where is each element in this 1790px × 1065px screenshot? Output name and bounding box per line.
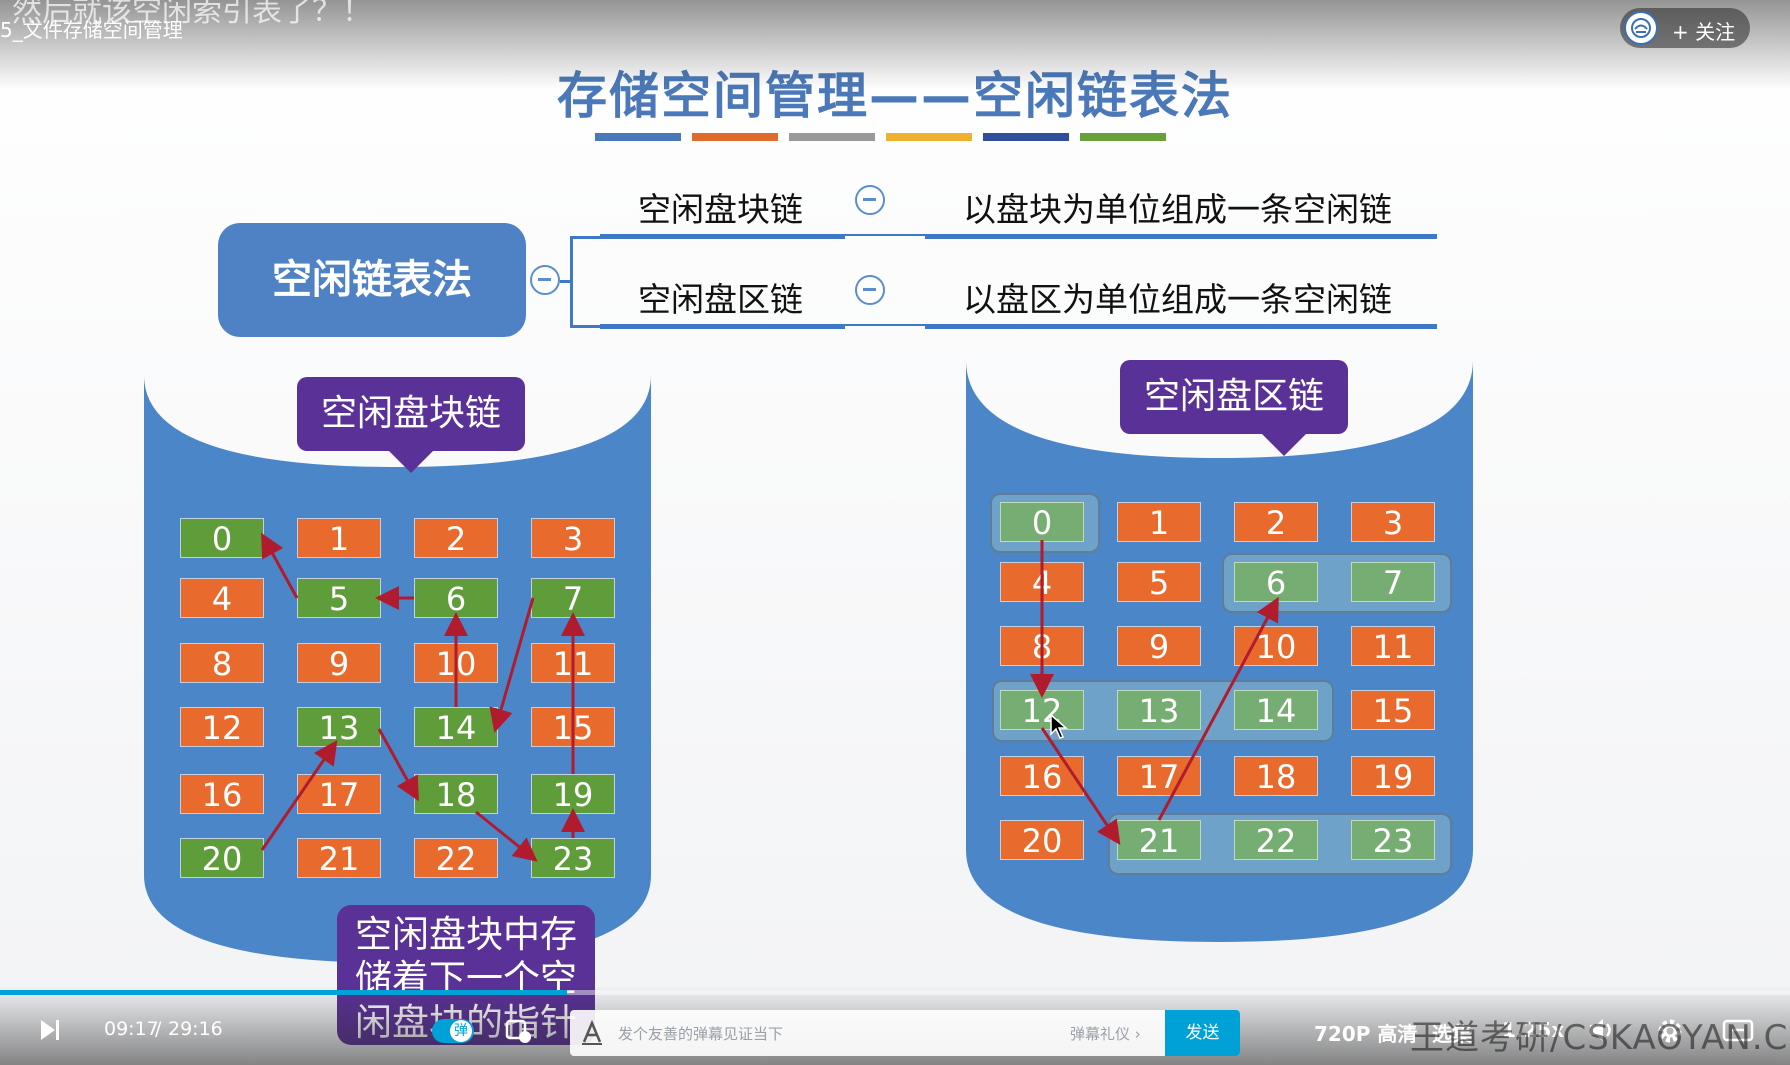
danmaku-placeholder: 发个友善的弹幕见证当下 <box>618 1025 784 1043</box>
video-player[interactable]: 存储空间管理——空闲链表法 空闲链表法 空闲盘块链 以盘块为单位组成一条空闲链 … <box>0 0 1790 1065</box>
danmaku-etiquette-link[interactable]: 弹幕礼仪 › <box>1070 1023 1141 1044</box>
pointer-arrow-18-23 <box>475 810 538 862</box>
total-time: 29:16 <box>168 1018 223 1040</box>
pointer-arrow-7-14 <box>489 597 535 733</box>
danmaku-toggle[interactable]: 弹 <box>432 1019 474 1043</box>
font-style-icon[interactable] <box>580 1020 604 1046</box>
pointer-arrow-5-0 <box>261 532 299 599</box>
uploader-avatar[interactable] <box>1624 11 1658 45</box>
logo-icon <box>1631 18 1651 38</box>
time-separator: / <box>155 1018 162 1040</box>
pointer-arrow-12-21 <box>1040 727 1121 845</box>
follow-button[interactable]: + 关注 <box>1620 8 1750 48</box>
danmaku-settings-icon[interactable] <box>505 1018 533 1044</box>
mouse-cursor-icon <box>1050 714 1068 739</box>
follow-label: + 关注 <box>1672 20 1736 44</box>
current-time: 09:17 <box>104 1018 159 1040</box>
watermark: 王道考研/CSKAOYAN.COM <box>1410 1018 1790 1058</box>
next-episode-icon[interactable] <box>38 1018 62 1042</box>
danmaku-toggle-label: 弹 <box>450 1020 472 1042</box>
pointer-arrow-21-6 <box>1157 596 1279 821</box>
video-title: 5_文件存储空间管理 <box>0 18 183 42</box>
pointer-arrow-13-18 <box>377 728 419 802</box>
danmaku-input[interactable]: 发个友善的弹幕见证当下 弹幕礼仪 › <box>570 1010 1240 1056</box>
send-button[interactable]: 发送 <box>1165 1010 1240 1056</box>
quality-selector[interactable]: 720P 高清 <box>1314 1018 1417 1047</box>
pointer-arrows <box>260 532 1279 862</box>
pointer-arrow-20-13 <box>260 740 338 851</box>
progress-fill <box>0 990 568 995</box>
